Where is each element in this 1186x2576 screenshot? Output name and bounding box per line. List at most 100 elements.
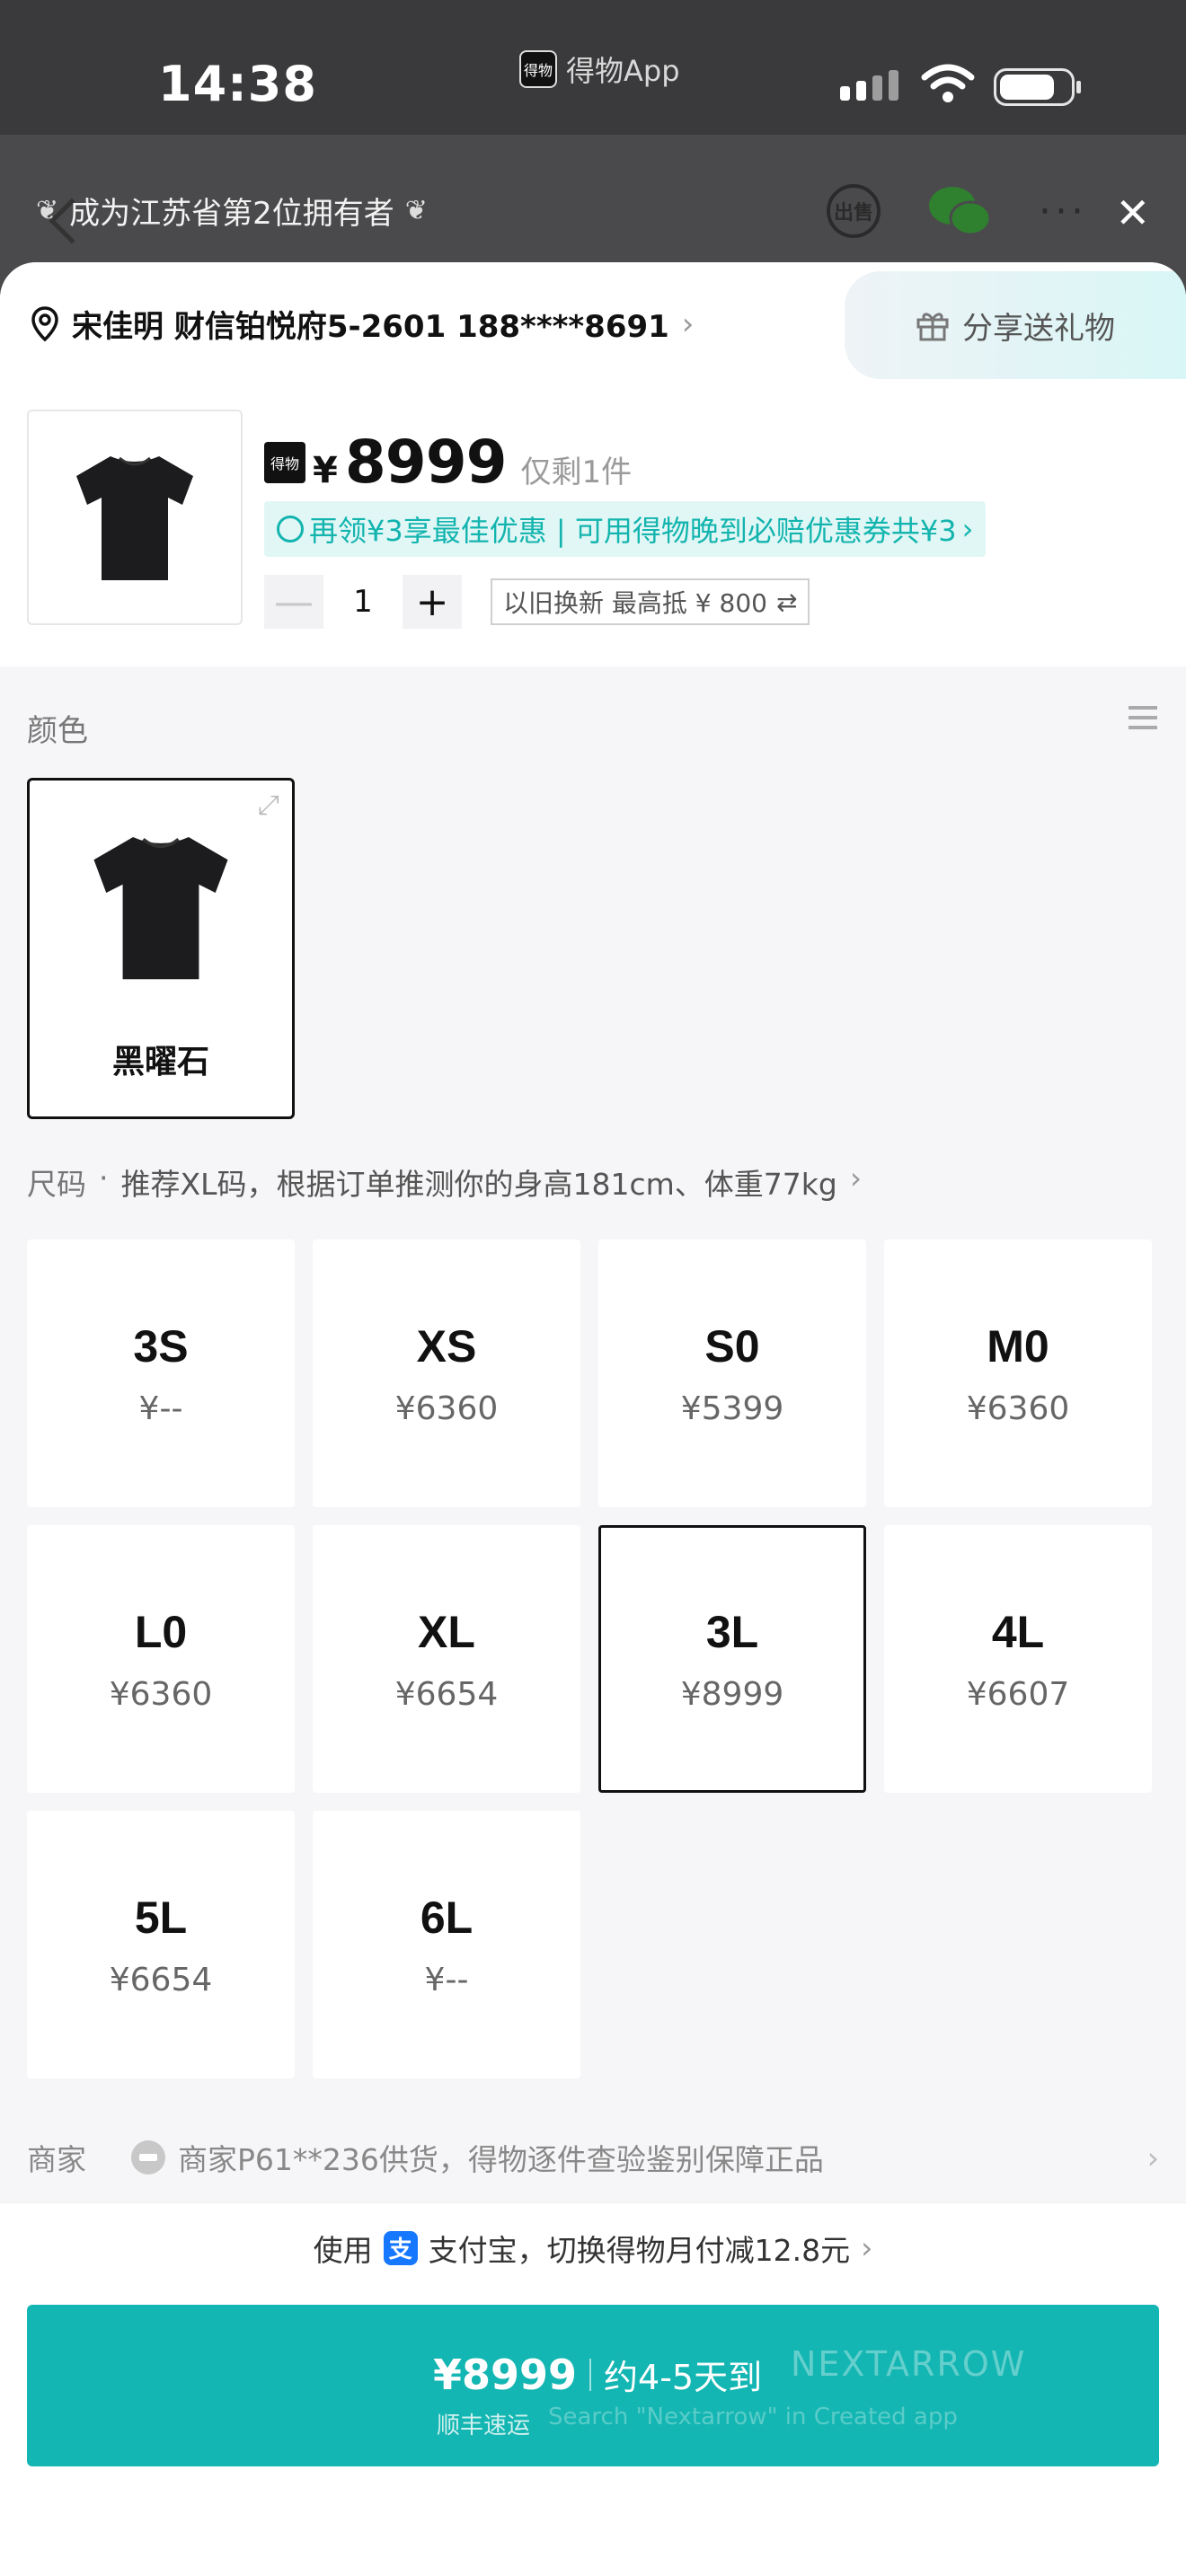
- product-price: 8999: [344, 428, 508, 497]
- owner-banner: ❦ 成为江苏省第2位拥有者 ❦: [36, 189, 428, 233]
- size-price: ¥--: [138, 1389, 183, 1427]
- size-option[interactable]: M0 ¥6360: [884, 1239, 1152, 1507]
- payment-prefix: 使用: [313, 2232, 373, 2268]
- header-actions: 出售 ···: [827, 184, 1087, 238]
- promo-arrow-icon: ›: [961, 512, 974, 546]
- size-price: ¥6360: [966, 1389, 1070, 1427]
- tshirt-image: [76, 456, 193, 580]
- quantity-value: 1: [353, 584, 373, 620]
- watermark-subtext: Search "Nextarrow" in Created app: [548, 2404, 958, 2430]
- size-price: ¥6607: [966, 1675, 1070, 1713]
- cellular-signal-icon: [840, 70, 898, 101]
- trade-in-button[interactable]: 以旧换新 最高抵 ¥ 800 ⇄: [491, 578, 810, 625]
- color-option[interactable]: ⤢ 黑曜石: [27, 778, 295, 1119]
- list-view-icon[interactable]: [1128, 706, 1157, 733]
- size-price: ¥5399: [680, 1389, 784, 1427]
- wifi-icon: [921, 64, 975, 102]
- promo-text: 再领¥3享最佳优惠 | 可用得物晚到必赔优惠券共¥3: [309, 514, 957, 548]
- payment-arrow-icon: ›: [861, 2230, 873, 2265]
- currency-symbol: ¥: [313, 450, 338, 491]
- promo-banner[interactable]: 再领¥3享最佳优惠 | 可用得物晚到必赔优惠券共¥3 ›: [264, 501, 987, 557]
- status-bar: 14:38 得物 得物App: [0, 0, 1186, 135]
- more-icon[interactable]: ···: [1039, 189, 1087, 234]
- promo-circle-icon: [277, 516, 304, 543]
- address-row[interactable]: 宋佳明 财信铂悦府5-2601 188****8691 › 分享送礼物: [0, 262, 1186, 388]
- size-label: 6L: [420, 1892, 474, 1943]
- quantity-stepper: — 1 + 以旧换新 最高抵 ¥ 800 ⇄: [264, 575, 810, 629]
- tshirt-image: [93, 837, 228, 980]
- expand-icon[interactable]: ⤢: [258, 790, 279, 821]
- status-app-name: 得物App: [566, 54, 680, 88]
- swap-icon: ⇄: [775, 587, 798, 617]
- alipay-icon: 支: [383, 2230, 418, 2265]
- size-option[interactable]: 4L ¥6607: [884, 1525, 1152, 1793]
- size-option[interactable]: 5L ¥6654: [27, 1811, 295, 2078]
- size-option[interactable]: 3S ¥--: [27, 1239, 295, 1507]
- quantity-increase-button[interactable]: +: [403, 575, 462, 629]
- size-option[interactable]: 6L ¥--: [313, 1811, 580, 2078]
- delivery-eta: 约4-5天到: [604, 2358, 763, 2397]
- share-gift-button[interactable]: 分享送礼物: [845, 271, 1186, 379]
- size-label: 3L: [705, 1606, 759, 1657]
- owner-banner-text: 成为江苏省第2位拥有者: [69, 196, 394, 232]
- buy-separator: [589, 2358, 592, 2391]
- merchant-arrow-icon: ›: [1146, 2139, 1159, 2175]
- merchant-row[interactable]: 商家 商家P61**236供货，得物逐件查验鉴别保障正品 ›: [27, 2136, 1159, 2179]
- share-gift-label: 分享送礼物: [962, 310, 1115, 347]
- size-recommendation[interactable]: 尺码 · 推荐XL码，根据订单推测你的身高181cm、体重77kg ›: [27, 1160, 862, 1204]
- purchase-sheet: 宋佳明 财信铂悦府5-2601 188****8691 › 分享送礼物 得物 ¥…: [0, 262, 1186, 2576]
- laurel-right-icon: ❦: [404, 195, 428, 226]
- separator-dot: ·: [99, 1160, 109, 1195]
- app-logo-icon: 得物: [519, 50, 557, 88]
- payment-method-row[interactable]: 使用 支 支付宝，切换得物月付减12.8元 ›: [0, 2202, 1186, 2292]
- stock-note: 仅剩1件: [520, 454, 633, 490]
- buy-button[interactable]: ¥8999 约4-5天到 顺丰速运 NEXTARROW Search "Next…: [27, 2305, 1159, 2466]
- sell-icon[interactable]: 出售: [827, 184, 881, 238]
- status-time: 14:38: [158, 56, 317, 112]
- payment-text: 支付宝，切换得物月付减12.8元: [428, 2232, 851, 2268]
- dewu-logo-icon: 得物: [264, 441, 305, 483]
- size-price: ¥6360: [109, 1675, 213, 1713]
- size-option[interactable]: XS ¥6360: [313, 1239, 580, 1507]
- trade-in-label: 以旧换新 最高抵 ¥ 800: [503, 588, 767, 618]
- buy-area: ¥8999 约4-5天到 顺丰速运 NEXTARROW Search "Next…: [0, 2292, 1186, 2576]
- size-price: ¥6654: [109, 1961, 213, 1998]
- size-label: L0: [134, 1606, 188, 1657]
- watermark: NEXTARROW: [791, 2344, 1027, 2384]
- merchant-icon: [131, 2140, 165, 2175]
- size-label: XS: [416, 1320, 477, 1372]
- price-line: 得物 ¥ 8999 仅剩1件: [264, 428, 632, 497]
- product-summary: 得物 ¥ 8999 仅剩1件 再领¥3享最佳优惠 | 可用得物晚到必赔优惠券共¥…: [0, 388, 1186, 666]
- size-label: 5L: [134, 1892, 188, 1943]
- size-option[interactable]: S0 ¥5399: [598, 1239, 866, 1507]
- merchant-label: 商家: [27, 2142, 86, 2177]
- address-text: 宋佳明 财信铂悦府5-2601 188****8691: [72, 309, 669, 345]
- hint-arrow-icon: ›: [849, 1160, 863, 1195]
- size-label: 4L: [991, 1606, 1045, 1657]
- product-thumbnail[interactable]: [27, 410, 243, 625]
- buy-price: ¥8999: [433, 2350, 578, 2399]
- size-section-label: 尺码: [27, 1167, 86, 1202]
- size-option[interactable]: L0 ¥6360: [27, 1525, 295, 1793]
- merchant-text: 商家P61**236供货，得物逐件查验鉴别保障正品: [178, 2142, 824, 2177]
- gift-icon: [916, 313, 949, 341]
- size-price: ¥--: [424, 1961, 469, 1998]
- address-arrow-icon: ›: [681, 305, 695, 342]
- size-option[interactable]: XL ¥6654: [313, 1525, 580, 1793]
- size-hint-text: 推荐XL码，根据订单推测你的身高181cm、体重77kg: [120, 1167, 837, 1202]
- status-app-indicator: 得物 得物App: [519, 49, 680, 90]
- size-label: S0: [704, 1320, 760, 1372]
- size-price: ¥8999: [680, 1675, 784, 1713]
- buy-button-main: ¥8999 约4-5天到: [433, 2350, 762, 2399]
- wechat-icon[interactable]: [927, 184, 992, 238]
- size-label: XL: [418, 1606, 475, 1657]
- size-label: 3S: [133, 1320, 189, 1372]
- quantity-decrease-button[interactable]: —: [264, 575, 323, 629]
- close-icon[interactable]: ✕: [1115, 189, 1150, 237]
- color-option-label: 黑曜石: [111, 1044, 209, 1081]
- size-label: M0: [987, 1320, 1049, 1372]
- color-section-label: 颜色: [27, 713, 88, 749]
- size-price: ¥6654: [394, 1675, 499, 1713]
- size-option-selected[interactable]: 3L ¥8999: [598, 1525, 866, 1793]
- delivery-address[interactable]: 宋佳明 财信铂悦府5-2601 188****8691 ›: [31, 302, 694, 346]
